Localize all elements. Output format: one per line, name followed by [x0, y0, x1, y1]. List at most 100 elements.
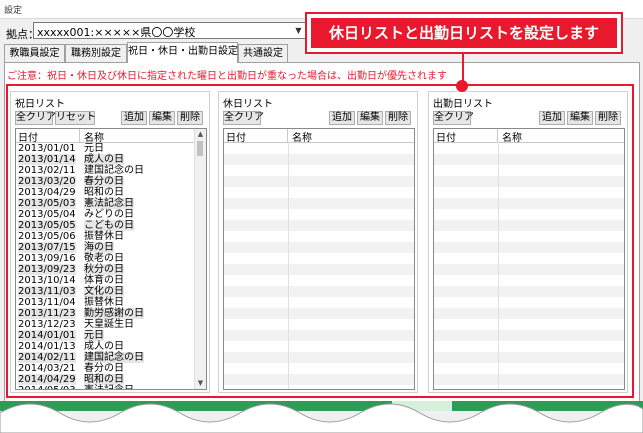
scroll-up-icon[interactable]: ▲ [195, 129, 206, 140]
empty-grid-row [434, 176, 624, 187]
row-name: 振替休日 [84, 231, 124, 242]
empty-grid-row [224, 143, 414, 154]
empty-grid-row [224, 297, 414, 308]
tab-holiday-settings[interactable]: 祝日・休日・出勤日設定 [127, 42, 238, 63]
row-date: 2013/10/14 [18, 275, 76, 286]
date-column-header[interactable]: 日付 [18, 129, 80, 144]
empty-grid-row [224, 154, 414, 165]
empty-grid-row [224, 231, 414, 242]
empty-grid-row [434, 187, 624, 198]
tab-common-settings[interactable]: 共通設定 [238, 44, 288, 62]
row-name: 昭和の日 [84, 187, 124, 198]
empty-grid-row [224, 363, 414, 374]
name-column-header[interactable]: 名称 [502, 129, 522, 144]
row-date: 2014/01/01 [18, 330, 76, 341]
row-name: 体育の日 [84, 275, 124, 286]
holiday-clear-all-button[interactable]: 全クリア [15, 111, 56, 125]
workday-delete-button[interactable]: 削除 [595, 111, 621, 125]
empty-grid-row [434, 286, 624, 297]
column-divider [498, 142, 499, 389]
workday-table-header: 日付 名称 [434, 129, 624, 144]
empty-grid-row [434, 275, 624, 286]
row-date: 2013/12/23 [18, 319, 76, 330]
empty-grid-row [434, 143, 624, 154]
holiday-reset-button[interactable]: リセット [55, 111, 96, 125]
row-date: 2014/02/11 [18, 352, 76, 363]
row-name: 建国記念の日 [84, 165, 144, 176]
empty-grid-row [434, 308, 624, 319]
column-divider [288, 142, 289, 389]
row-date: 2013/09/23 [18, 264, 76, 275]
empty-grid-row [224, 209, 414, 220]
empty-grid-row [224, 264, 414, 275]
notice-text: ご注意：祝日・休日及び休日に指定された曜日と出勤日が重なった場合は、出勤日が優先… [7, 71, 447, 82]
row-name: 海の日 [84, 242, 114, 253]
site-select-value: xxxxx001:×××××県〇〇学校 [37, 26, 196, 39]
empty-grid-row [434, 319, 624, 330]
days-off-delete-button[interactable]: 削除 [385, 111, 411, 125]
row-name: 振替休日 [84, 297, 124, 308]
holiday-scrollbar[interactable]: ▲ ▼ [194, 129, 206, 389]
empty-grid-row [224, 319, 414, 330]
scroll-thumb[interactable] [197, 141, 203, 156]
callout-dot [456, 80, 468, 92]
row-name: 建国記念の日 [84, 352, 144, 363]
row-date: 2013/05/04 [18, 209, 76, 220]
workday-table[interactable]: 日付 名称 [433, 128, 625, 390]
site-select[interactable]: xxxxx001:×××××県〇〇学校 ▼ [33, 22, 307, 39]
date-column-header[interactable]: 日付 [226, 129, 288, 144]
row-date: 2013/05/06 [18, 231, 76, 242]
row-name: 憲法記念日 [84, 385, 134, 389]
days-off-edit-button[interactable]: 編集 [357, 111, 383, 125]
days-off-list-title: 休日リスト [223, 99, 273, 110]
empty-grid-row [434, 374, 624, 385]
row-date: 2013/11/23 [18, 308, 76, 319]
name-column-header[interactable]: 名称 [292, 129, 312, 144]
workday-edit-button[interactable]: 編集 [567, 111, 593, 125]
holiday-edit-button[interactable]: 編集 [149, 111, 175, 125]
days-off-list-group: 休日リスト 全クリア 追加 編集 削除 日付 名称 [218, 91, 418, 393]
empty-grid-row [434, 341, 624, 352]
days-off-table[interactable]: 日付 名称 [223, 128, 415, 390]
holiday-add-button[interactable]: 追加 [121, 111, 147, 125]
workday-clear-all-button[interactable]: 全クリア [433, 111, 474, 125]
chevron-down-icon[interactable]: ▼ [292, 24, 305, 37]
row-name: 元日 [84, 330, 104, 341]
empty-grid-row [434, 264, 624, 275]
row-name: 春分の日 [84, 176, 124, 187]
tab-duty-settings[interactable]: 職務別設定 [65, 44, 127, 62]
scroll-down-icon[interactable]: ▼ [195, 378, 206, 389]
row-name: 成人の日 [84, 154, 124, 165]
days-off-clear-all-button[interactable]: 全クリア [223, 111, 264, 125]
days-off-add-button[interactable]: 追加 [329, 111, 355, 125]
date-column-header[interactable]: 日付 [436, 129, 498, 144]
row-name: 勤労感謝の日 [84, 308, 144, 319]
row-date: 2013/01/14 [18, 154, 76, 165]
empty-grid-row [434, 242, 624, 253]
workday-list-group: 出勤日リスト 全クリア 追加 編集 削除 日付 名称 [428, 91, 628, 393]
row-date: 2013/05/03 [18, 198, 76, 209]
holiday-delete-button[interactable]: 削除 [177, 111, 203, 125]
empty-grid-row [434, 220, 624, 231]
row-date: 2013/07/15 [18, 242, 76, 253]
name-column-header[interactable]: 名称 [84, 129, 104, 144]
workday-add-button[interactable]: 追加 [539, 111, 565, 125]
row-name: 秋分の日 [84, 264, 124, 275]
empty-grid-row [224, 330, 414, 341]
empty-grid-row [434, 209, 624, 220]
window-title: 設定 [4, 6, 23, 16]
row-name: 憲法記念日 [84, 198, 134, 209]
row-name: みどりの日 [84, 209, 134, 220]
date-column-label: 日付 [226, 133, 246, 144]
empty-grid-row [224, 220, 414, 231]
empty-grid-row [224, 187, 414, 198]
callout-box: 休日リストと出勤日リストを設定します [305, 12, 623, 54]
empty-grid-row [224, 341, 414, 352]
date-column-label: 日付 [436, 133, 456, 144]
holiday-table[interactable]: 日付 名称 2013/01/01 元日 2013/01/14 成人の日 2013/02/… [15, 128, 207, 390]
tab-staff-settings[interactable]: 教職員設定 [4, 44, 65, 62]
row-date: 2013/09/16 [18, 253, 76, 264]
empty-grid-row [224, 253, 414, 264]
empty-grid-row [224, 198, 414, 209]
empty-grid-row [434, 352, 624, 363]
